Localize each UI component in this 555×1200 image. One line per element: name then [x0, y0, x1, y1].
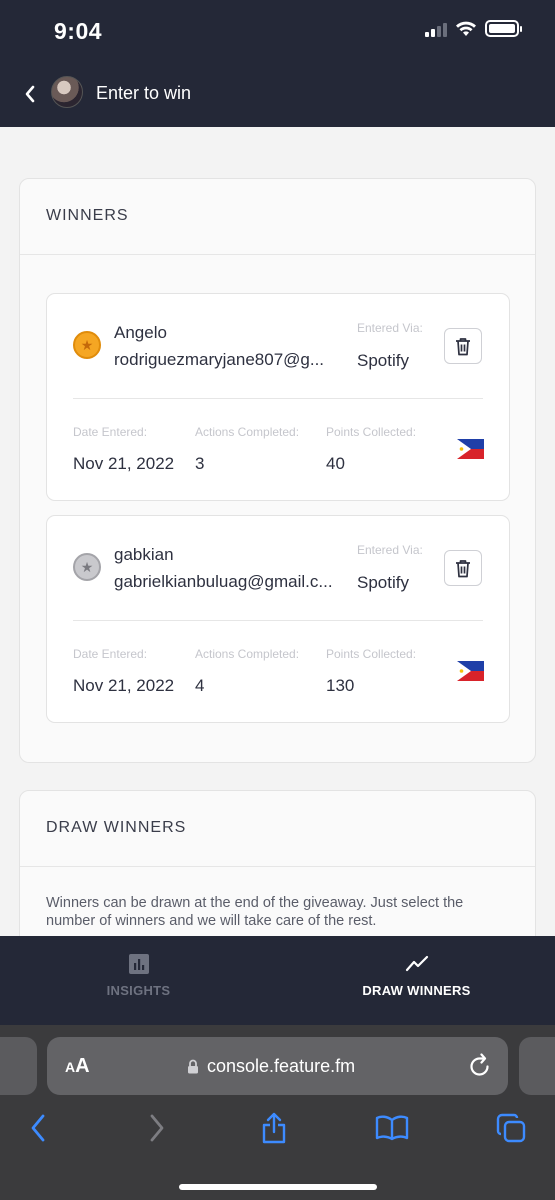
share-icon — [262, 1112, 286, 1144]
chevron-left-icon — [25, 85, 35, 103]
tab-insights-label: INSIGHTS — [106, 983, 171, 998]
winner-email: gabrielkianbuluag@gmail.c... — [114, 572, 333, 591]
bottom-tab-bar: INSIGHTS DRAW WINNERS — [0, 936, 555, 1025]
winner-entry: ★ gabkian gabrielkianbuluag@gmail.c... E… — [46, 515, 510, 723]
trash-icon — [456, 559, 470, 577]
cellular-signal-icon — [425, 21, 447, 37]
bar-chart-icon — [128, 954, 149, 974]
draw-winners-heading: DRAW WINNERS — [20, 791, 535, 867]
actions-completed-label: Actions Completed: — [195, 425, 300, 439]
tab-insights[interactable]: INSIGHTS — [0, 936, 277, 1025]
delete-winner-button[interactable] — [444, 328, 482, 364]
tabs-icon — [496, 1113, 526, 1143]
entered-via-label: Entered Via: — [357, 321, 423, 335]
tabs-button[interactable] — [494, 1113, 528, 1143]
winners-card: WINNERS ★ Angelo rodriguezmaryjane807@g.… — [19, 178, 536, 763]
points-collected-value: 40 — [326, 454, 345, 473]
philippines-flag-icon — [457, 661, 484, 681]
date-entered-label: Date Entered: — [73, 647, 148, 661]
browser-chrome: AA console.feature.fm — [0, 1025, 555, 1200]
url-display: console.feature.fm — [187, 1056, 355, 1077]
trend-line-icon — [405, 955, 428, 972]
actions-completed-value: 3 — [195, 454, 205, 473]
wifi-icon — [456, 21, 476, 36]
date-entered-label: Date Entered: — [73, 425, 148, 439]
top-header: 9:04 Enter to win — [0, 0, 555, 127]
points-collected-label: Points Collected: — [326, 425, 417, 439]
entered-via-label: Entered Via: — [357, 543, 423, 557]
divider — [73, 398, 483, 399]
share-button[interactable] — [257, 1112, 291, 1144]
tab-draw-winners-label: DRAW WINNERS — [362, 983, 471, 998]
previous-tab-preview[interactable] — [0, 1037, 37, 1095]
page-title: Enter to win — [96, 83, 192, 103]
date-entered-value: Nov 21, 2022 — [73, 454, 175, 473]
entered-via-value: Spotify — [357, 573, 409, 592]
status-time: 9:04 — [54, 18, 103, 44]
actions-completed-label: Actions Completed: — [195, 647, 300, 661]
date-entered-value: Nov 21, 2022 — [73, 676, 175, 695]
home-indicator — [179, 1184, 377, 1190]
address-bar[interactable]: AA console.feature.fm — [47, 1037, 508, 1095]
url-text: console.feature.fm — [207, 1056, 356, 1076]
browser-forward-button[interactable] — [140, 1113, 174, 1143]
delete-winner-button[interactable] — [444, 550, 482, 586]
points-collected-label: Points Collected: — [326, 647, 417, 661]
draw-winners-description: Winners can be drawn at the end of the g… — [46, 895, 464, 929]
reload-button[interactable] — [469, 1053, 491, 1082]
chevron-right-icon — [150, 1114, 164, 1142]
trash-icon — [456, 337, 470, 355]
tab-draw-winners[interactable]: DRAW WINNERS — [278, 936, 555, 1025]
lock-icon — [188, 1059, 198, 1074]
book-icon — [375, 1115, 409, 1141]
bookmarks-button[interactable] — [375, 1113, 409, 1143]
next-tab-preview[interactable] — [519, 1037, 555, 1095]
actions-completed-value: 4 — [195, 676, 205, 695]
divider — [73, 620, 483, 621]
status-icons — [425, 20, 522, 37]
reload-icon — [470, 1053, 489, 1076]
winner-name: Angelo — [114, 323, 167, 342]
browser-back-button[interactable] — [21, 1113, 55, 1143]
winner-email: rodriguezmaryjane807@g... — [114, 350, 325, 369]
reader-options-button[interactable]: AA — [65, 1055, 90, 1078]
avatar — [51, 76, 83, 108]
chevron-left-icon — [31, 1114, 45, 1142]
star-icon: ★ — [73, 331, 101, 359]
back-button[interactable] — [18, 82, 42, 106]
winners-heading: WINNERS — [20, 179, 535, 255]
winner-entry: ★ Angelo rodriguezmaryjane807@g... Enter… — [46, 293, 510, 501]
battery-icon — [485, 20, 522, 37]
philippines-flag-icon — [457, 439, 484, 459]
entered-via-value: Spotify — [357, 351, 409, 370]
winner-name: gabkian — [114, 545, 174, 564]
points-collected-value: 130 — [326, 676, 355, 695]
star-icon: ★ — [73, 553, 101, 581]
